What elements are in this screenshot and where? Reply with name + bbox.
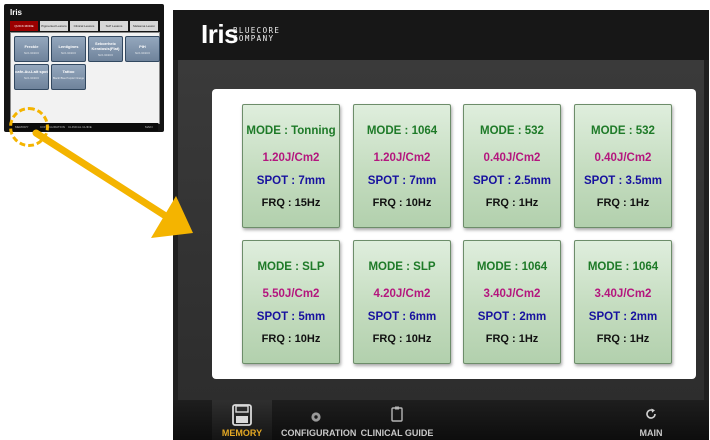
preset-frequency: FRQ : 10Hz: [372, 197, 432, 209]
thumbnail-card: PIH Nd 1.6J/10.6: [125, 36, 160, 62]
preset-card[interactable]: MODE : 532 0.40J/Cm2 SPOT : 3.5mm FRQ : …: [574, 104, 672, 228]
preset-energy: 1.20J/Cm2: [262, 152, 320, 164]
preset-card[interactable]: MODE : 532 0.40J/Cm2 SPOT : 2.5mm FRQ : …: [463, 104, 561, 228]
preset-energy: 3.40J/Cm2: [483, 288, 541, 300]
preset-mode: MODE : Tonning: [246, 125, 336, 137]
thumbnail-card-title: Freckle: [24, 44, 39, 49]
thumbnail-card-sub: Nd 1.6J/10.6: [61, 52, 76, 55]
preset-spot: SPOT : 7mm: [256, 175, 326, 187]
nav-main[interactable]: MAIN: [631, 400, 671, 440]
preset-mode: MODE : 1064: [587, 261, 659, 273]
preset-spot: SPOT : 7mm: [367, 175, 437, 187]
preset-mode: MODE : 1064: [366, 125, 438, 137]
main-screen: Iris BLUECORE COMPANY MODE : Tonning 1.2…: [173, 10, 709, 440]
preset-frequency: FRQ : 15Hz: [261, 197, 321, 209]
floppy-disk-icon: [232, 404, 252, 431]
preset-energy: 0.40J/Cm2: [483, 152, 541, 164]
preset-frequency: FRQ : 1Hz: [596, 333, 650, 345]
memory-presets-panel: MODE : Tonning 1.20J/Cm2 SPOT : 7mm FRQ …: [212, 89, 696, 379]
preset-energy: 5.50J/Cm2: [262, 288, 320, 300]
nav-memory-label: MEMORY: [221, 428, 263, 438]
brand-subtitle-line: COMPANY: [233, 34, 275, 43]
preset-spot: SPOT : 5mm: [256, 311, 326, 323]
preset-frequency: FRQ : 1Hz: [596, 197, 650, 209]
brand-subtitle: BLUECORE COMPANY: [233, 27, 280, 43]
preset-spot: SPOT : 3.5mm: [584, 175, 662, 187]
preset-spot: SPOT : 2.5mm: [473, 175, 551, 187]
preset-spot: SPOT : 2mm: [588, 311, 658, 323]
thumbnail-card-sub: Nd 1.6J/10.6: [98, 54, 113, 57]
highlight-circle: [9, 107, 49, 147]
nav-memory[interactable]: MEMORY: [212, 400, 272, 440]
thumbnail-tabs: QUICK MODE Pigmented Lesions Clinical Le…: [10, 21, 158, 31]
thumbnail-card-title: cafe-Au-Lait spot: [15, 69, 48, 74]
nav-main-label: MAIN: [639, 428, 663, 438]
bottom-nav-bar: MEMORY CONFIGURATION CLINICAL GUIDE MAIN: [173, 400, 709, 440]
preset-frequency: FRQ : 1Hz: [485, 197, 539, 209]
thumbnail-card-sub: Nd 1.6J/10.6: [135, 52, 150, 55]
thumbnail-tab: SLP Lesions: [100, 21, 128, 31]
preset-card[interactable]: MODE : 1064 1.20J/Cm2 SPOT : 7mm FRQ : 1…: [353, 104, 451, 228]
preset-spot: SPOT : 6mm: [367, 311, 437, 323]
thumbnail-card: Tattoo Black/ Blue Purple/ Orange: [51, 64, 86, 90]
preset-card[interactable]: MODE : SLP 5.50J/Cm2 SPOT : 5mm FRQ : 10…: [242, 240, 340, 364]
thumbnail-card-sub: Nd 1.6J/10.6: [24, 77, 39, 80]
clipboard-icon: [391, 406, 403, 427]
thumbnail-footer-item: MAIN: [145, 125, 153, 129]
thumbnail-card-title: Lentigines: [58, 44, 79, 49]
thumbnail-tab: Pigmented Lesions: [40, 21, 68, 31]
preset-card[interactable]: MODE : 1064 3.40J/Cm2 SPOT : 2mm FRQ : 1…: [463, 240, 561, 364]
preset-mode: MODE : 532: [591, 125, 655, 137]
preset-mode: MODE : 532: [480, 125, 544, 137]
preset-card[interactable]: MODE : SLP 4.20J/Cm2 SPOT : 6mm FRQ : 10…: [353, 240, 451, 364]
thumbnail-card-sub: Black/ Blue Purple/ Orange: [52, 77, 85, 80]
preset-energy: 4.20J/Cm2: [373, 288, 431, 300]
preset-card[interactable]: MODE : Tonning 1.20J/Cm2 SPOT : 7mm FRQ …: [242, 104, 340, 228]
thumbnail-card: cafe-Au-Lait spot Nd 1.6J/10.6: [14, 64, 49, 90]
preset-energy: 1.20J/Cm2: [373, 152, 431, 164]
content-area: MODE : Tonning 1.20J/Cm2 SPOT : 7mm FRQ …: [178, 60, 704, 400]
nav-configuration[interactable]: CONFIGURATION: [281, 400, 357, 440]
preset-mode: MODE : 1064: [476, 261, 548, 273]
thumbnail-card: Lentigines Nd 1.6J/10.6: [51, 36, 86, 62]
preset-card[interactable]: MODE : 1064 3.40J/Cm2 SPOT : 2mm FRQ : 1…: [574, 240, 672, 364]
thumbnail-card-sub: Nd 1.6J/10.6: [24, 52, 39, 55]
thumbnail-card-title: PIH: [139, 44, 146, 49]
preset-frequency: FRQ : 10Hz: [261, 333, 321, 345]
thumbnail-logo: Iris: [10, 8, 23, 17]
preset-frequency: FRQ : 1Hz: [485, 333, 539, 345]
thumbnail-card-title: Seborrheic Keratosis(Flat): [91, 41, 120, 51]
thumbnail-card: Seborrheic Keratosis(Flat) Nd 1.6J/10.6: [88, 36, 123, 62]
refresh-icon: [645, 407, 657, 425]
nav-clinical-guide[interactable]: CLINICAL GUIDE: [359, 400, 435, 440]
preset-energy: 0.40J/Cm2: [594, 152, 652, 164]
thumbnail-tab: Melasma Lesion: [130, 21, 158, 31]
top-bar: Iris BLUECORE COMPANY: [173, 10, 709, 60]
thumbnail-tab: QUICK MODE: [10, 21, 38, 31]
gear-icon: [310, 410, 322, 428]
preset-spot: SPOT : 2mm: [477, 311, 547, 323]
preset-mode: MODE : SLP: [257, 261, 325, 273]
thumbnail-card: Freckle Nd 1.6J/10.6: [14, 36, 49, 62]
nav-clinical-guide-label: CLINICAL GUIDE: [360, 428, 434, 438]
preset-mode: MODE : SLP: [368, 261, 436, 273]
preset-frequency: FRQ : 10Hz: [372, 333, 432, 345]
preset-energy: 3.40J/Cm2: [594, 288, 652, 300]
nav-configuration-label: CONFIGURATION: [281, 428, 357, 438]
thumbnail-card-title: Tattoo: [62, 69, 75, 74]
thumbnail-tab: Clinical Lesions: [70, 21, 98, 31]
thumbnail-footer-item: CLINICAL GUIDE: [68, 125, 92, 129]
